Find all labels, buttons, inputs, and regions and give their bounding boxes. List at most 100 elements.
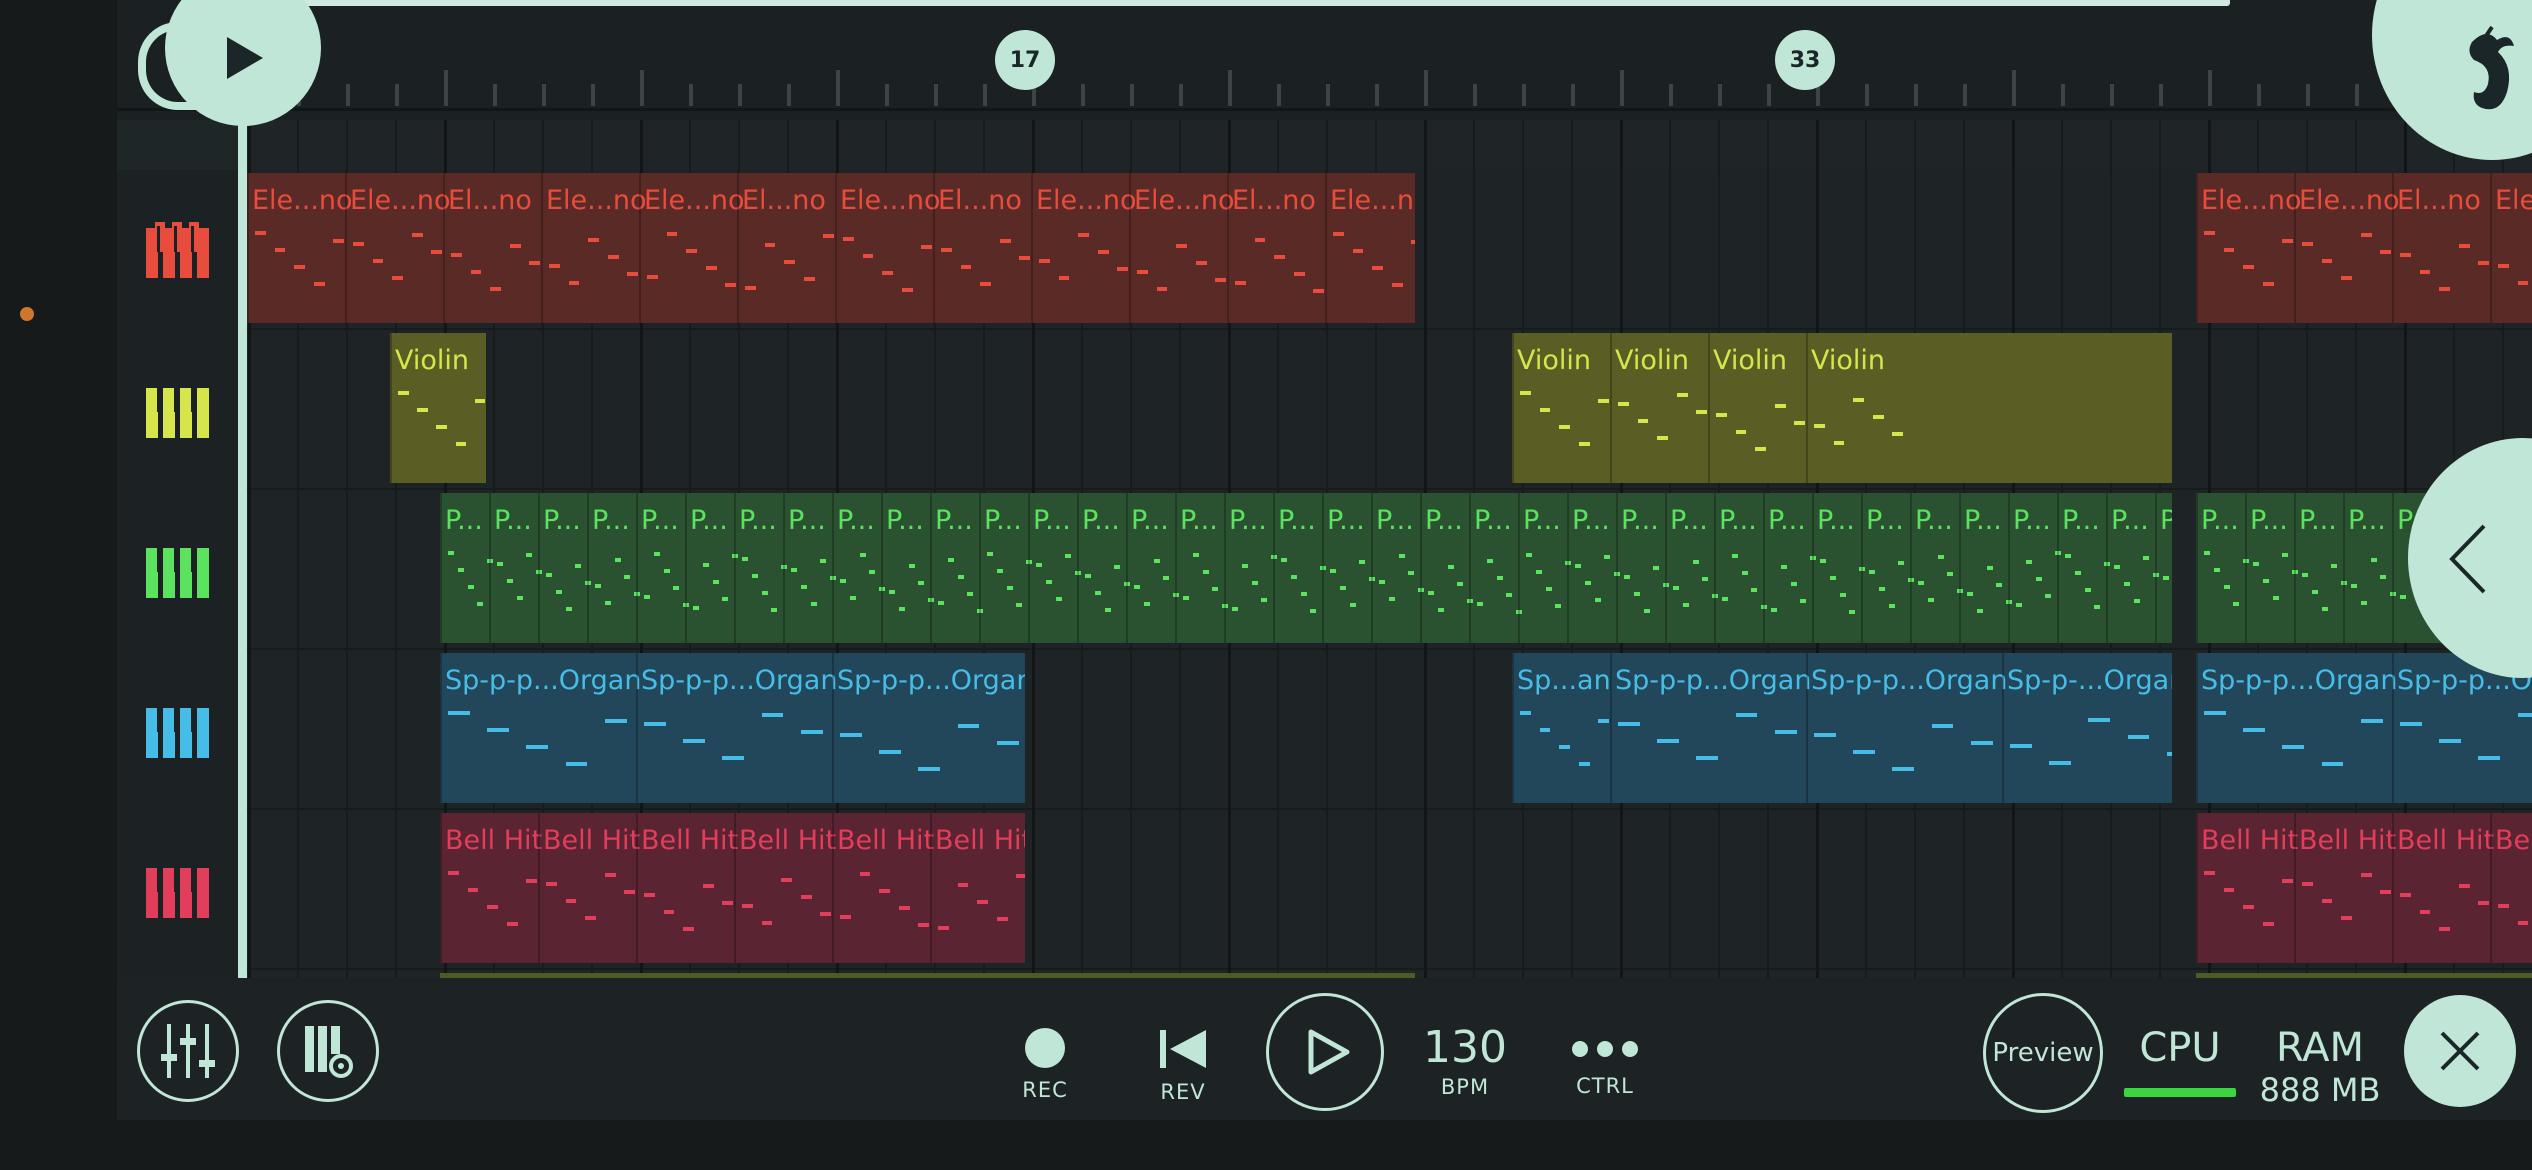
ruler-tick — [1326, 84, 1330, 106]
clip-label: P... — [1425, 505, 1463, 536]
playhead-line[interactable] — [238, 120, 247, 982]
transport-play-button[interactable] — [1266, 993, 1384, 1111]
note-mark — [2439, 739, 2461, 743]
pattern-clip-bell-hit[interactable]: Bell Hit Bell Hit Bell Hit Bell Hit Bell Hit… — [440, 813, 1025, 963]
rewind-button[interactable]: REV — [1148, 1028, 1218, 1104]
note-mark — [761, 713, 784, 717]
clip-segment: El...no — [933, 173, 1033, 323]
note-mark — [957, 724, 980, 728]
note-mark — [686, 249, 698, 253]
note-mark — [960, 265, 972, 269]
pattern-clip-organ[interactable]: Sp...an Sp-p-p...Organ Sp-p-p...Organ Sp-p-… — [1512, 653, 2172, 803]
clip-segment: P... — [1518, 493, 1572, 643]
clip-label: P... — [2013, 505, 2051, 536]
clip-segment: P... — [979, 493, 1033, 643]
clip-segment: Bell Hit — [2392, 813, 2494, 963]
note-mark — [2321, 762, 2344, 766]
mixer-button[interactable] — [137, 1000, 239, 1102]
note-mark — [372, 259, 384, 263]
bar-marker-33[interactable]: 33 — [1775, 30, 1835, 90]
note-mark — [1251, 581, 1258, 585]
timeline-ruler[interactable] — [117, 0, 2532, 120]
note-mark — [849, 596, 856, 600]
note-mark — [2478, 901, 2490, 905]
clip-label: Bell Hit — [837, 825, 935, 856]
note-mark — [555, 590, 562, 594]
clip-segment: P... — [1469, 493, 1523, 643]
bpm-control[interactable]: 130 BPM — [1420, 1022, 1510, 1099]
note-mark — [448, 871, 459, 875]
pattern-clip-electric-piano[interactable]: Ele...no Ele...no El...no Ele — [2196, 173, 2532, 323]
clip-label: El...no — [1232, 185, 1316, 216]
note-mark — [1774, 404, 1786, 408]
note-mark — [490, 287, 502, 291]
note-mark — [1598, 719, 1610, 723]
note-mark — [1195, 261, 1207, 265]
piano-roll-icon-track-4[interactable] — [145, 702, 211, 758]
note-mark — [1232, 607, 1238, 611]
note-mark — [470, 270, 482, 274]
note-mark — [467, 888, 479, 892]
note-mark — [526, 553, 533, 557]
pattern-clip-violin[interactable]: Violin — [390, 333, 486, 483]
piano-roll-icon-track-2[interactable] — [145, 382, 211, 438]
clip-label: P... — [1719, 505, 1757, 536]
note-mark — [2243, 905, 2255, 909]
pattern-clip-pad[interactable]: P... P... P... P... P... P... P... P... P... P...… — [440, 493, 2172, 643]
clip-segment: P... — [1273, 493, 1327, 643]
clip-segment: P... — [2155, 493, 2172, 643]
play-icon — [227, 37, 263, 79]
record-button[interactable]: REC — [1010, 1028, 1080, 1102]
note-mark — [2282, 879, 2294, 883]
clip-label: P... — [788, 505, 826, 536]
clip-label: P... — [1229, 505, 1267, 536]
note-mark — [1313, 289, 1325, 293]
note-mark — [742, 557, 748, 561]
pattern-clip-organ[interactable]: Sp-p-p...Organ Sp-p-p...Organ Sp-p-p...Org… — [440, 653, 1025, 803]
skip-back-icon — [1160, 1030, 1206, 1068]
clip-segment: P... — [538, 493, 592, 643]
note-mark — [1339, 586, 1346, 590]
note-mark — [1447, 565, 1454, 569]
piano-roll-icon-track-5[interactable] — [145, 862, 211, 918]
pattern-clip-electric-piano[interactable]: Ele...no Ele...no El...no Ele...no Ele...no E… — [247, 173, 1415, 323]
preview-button[interactable]: Preview — [1983, 993, 2103, 1113]
note-mark — [1829, 576, 1836, 580]
note-mark — [663, 569, 670, 573]
note-mark — [1293, 272, 1305, 276]
note-mark — [702, 884, 714, 888]
clip-label: P... — [1278, 505, 1316, 536]
bar-marker-17[interactable]: 17 — [995, 30, 1055, 90]
note-mark — [2223, 585, 2230, 589]
note-mark — [1437, 608, 1444, 612]
note-mark — [2035, 577, 2042, 581]
clip-segment: P... — [930, 493, 984, 643]
ctrl-button[interactable]: CTRL — [1565, 1034, 1645, 1098]
clip-label: P... — [1866, 505, 1904, 536]
note-mark — [2088, 718, 2111, 722]
note-mark — [1790, 582, 1797, 586]
clip-label: El...no — [938, 185, 1022, 216]
clip-segment: P... — [1812, 493, 1866, 643]
note-mark — [2243, 265, 2255, 269]
ram-meter: RAM 888 MB — [2255, 1025, 2385, 1109]
pattern-clip-organ[interactable]: Sp-p-p...Organ Sp-p-p...Or — [2196, 653, 2532, 803]
note-mark — [1235, 281, 1246, 285]
note-mark — [996, 741, 1019, 745]
note-mark — [1055, 597, 1062, 601]
piano-roll-icon-track-1[interactable] — [145, 222, 211, 278]
note-mark — [1545, 587, 1552, 591]
horizontal-scrollbar[interactable] — [300, 0, 2230, 6]
piano-roll-icon-track-3[interactable] — [145, 542, 211, 598]
note-mark — [1496, 576, 1503, 580]
clip-segment: P... — [1420, 493, 1474, 643]
close-button[interactable] — [2404, 995, 2516, 1107]
note-mark — [2478, 261, 2490, 265]
note-mark — [996, 569, 1003, 573]
pattern-clip-bell-hit[interactable]: Bell HitBell HitBell HitBel — [2196, 813, 2532, 963]
pattern-clip-violin[interactable]: Violin Violin Violin Violin — [1512, 333, 2172, 483]
clip-label: Bell Hit — [2201, 825, 2299, 856]
channel-rack-button[interactable] — [277, 1000, 379, 1102]
ruler-tick — [1424, 70, 1428, 106]
note-mark — [938, 601, 944, 605]
